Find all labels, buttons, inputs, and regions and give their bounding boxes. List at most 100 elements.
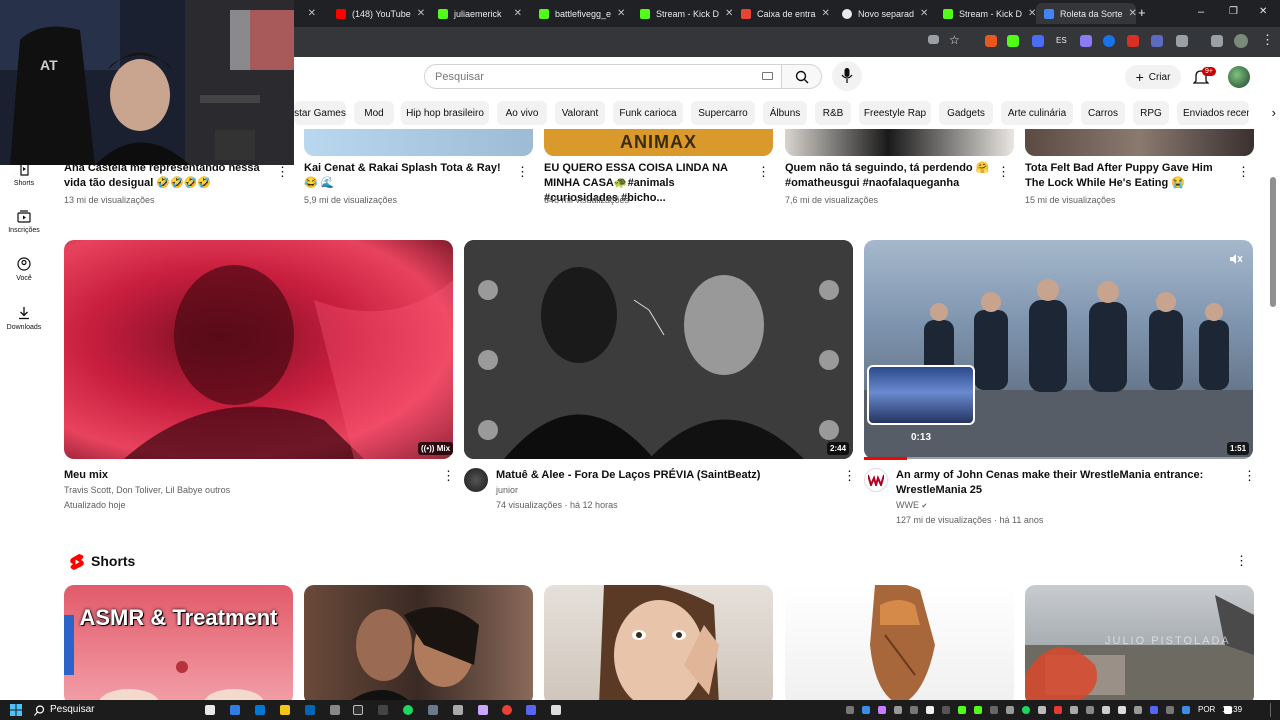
mute-icon[interactable]: [1229, 253, 1243, 265]
tray-icon[interactable]: [1102, 706, 1110, 714]
more-options-icon[interactable]: ⋮: [843, 469, 856, 485]
chips-next-chevron-icon[interactable]: ›: [1247, 101, 1280, 125]
extension-icon[interactable]: [1127, 35, 1139, 47]
taskbar-search-input[interactable]: Pesquisar: [50, 704, 94, 715]
cast-icon[interactable]: [928, 35, 939, 44]
tray-icon[interactable]: [990, 706, 998, 714]
chip[interactable]: Carros: [1081, 101, 1125, 125]
keyboard-language[interactable]: POR: [1198, 705, 1215, 714]
browser-tab[interactable]: Novo separad ✕: [834, 3, 934, 24]
more-options-icon[interactable]: ⋮: [1237, 165, 1250, 181]
chip[interactable]: Mod: [354, 101, 394, 125]
video-title[interactable]: An army of John Cenas make their Wrestle…: [896, 468, 1236, 498]
chip[interactable]: Arte culinária: [1001, 101, 1073, 125]
windows-start-icon[interactable]: [10, 704, 22, 716]
bookmark-star-icon[interactable]: ☆: [949, 33, 960, 47]
taskbar-app-icon[interactable]: [378, 705, 388, 715]
sidebar-item-shorts[interactable]: Shorts: [0, 162, 48, 187]
tray-icon[interactable]: [1134, 706, 1142, 714]
browser-tab[interactable]: Caixa de entra ✕: [733, 3, 833, 24]
tray-icon[interactable]: [1070, 706, 1078, 714]
tray-icon[interactable]: [1038, 706, 1046, 714]
browser-tab[interactable]: juliaemerick ✕: [430, 3, 530, 24]
close-tab-icon[interactable]: ✕: [822, 8, 830, 19]
search-input[interactable]: Pesquisar: [424, 64, 782, 89]
channel-name[interactable]: junior: [496, 483, 518, 498]
chip[interactable]: Gadgets: [939, 101, 993, 125]
more-options-icon[interactable]: ⋮: [1243, 469, 1256, 485]
sidebar-item-downloads[interactable]: Downloads: [0, 306, 48, 331]
browser-tab[interactable]: Stream - Kick D ✕: [935, 3, 1035, 24]
browser-tab[interactable]: battlefivegg_e ✕: [531, 3, 631, 24]
extension-icon[interactable]: [1080, 35, 1092, 47]
reading-list-icon[interactable]: [1211, 35, 1223, 47]
short-thumbnail[interactable]: ASMR & Treatment: [64, 585, 293, 700]
shorts-more-options-icon[interactable]: ⋮: [1235, 554, 1248, 570]
channel-name[interactable]: WWE ✔: [896, 498, 927, 514]
more-options-icon[interactable]: ⋮: [516, 165, 529, 181]
short-thumbnail[interactable]: [304, 585, 533, 700]
profile-avatar[interactable]: [1234, 34, 1248, 48]
browser-tab-youtube[interactable]: (148) YouTube ✕: [328, 3, 428, 24]
chip[interactable]: Ao vivo: [497, 101, 547, 125]
page-scrollbar-thumb[interactable]: [1270, 177, 1276, 307]
tray-icon[interactable]: [958, 706, 966, 714]
chip[interactable]: RPG: [1133, 101, 1169, 125]
browser-tab[interactable]: Stream - Kick D ✕: [632, 3, 732, 24]
voice-search-button[interactable]: [832, 61, 862, 91]
close-tab-icon[interactable]: ✕: [920, 8, 928, 19]
sidebar-item-you[interactable]: Você: [0, 257, 48, 282]
settings-icon[interactable]: [453, 705, 463, 715]
short-thumbnail[interactable]: JULIO PISTOLADA: [1025, 585, 1254, 700]
taskbar-app-icon[interactable]: [330, 705, 340, 715]
show-desktop-button[interactable]: [1270, 703, 1271, 717]
taskbar-app-icon[interactable]: [230, 705, 240, 715]
channel-avatar[interactable]: [464, 468, 488, 492]
browser-tab-active[interactable]: Roleta da Sorte ✕: [1036, 3, 1136, 24]
search-button[interactable]: [782, 64, 822, 89]
video-thumbnail[interactable]: [785, 129, 1014, 156]
tray-icon[interactable]: [974, 706, 982, 714]
video-title[interactable]: Kai Cenat & Rakai Splash Tota & Ray! 😂 🌊: [304, 161, 510, 191]
more-options-icon[interactable]: ⋮: [757, 165, 770, 181]
video-title[interactable]: Quem não tá seguindo, tá perdendo 🤗 #oma…: [785, 161, 991, 191]
close-tab-icon[interactable]: ✕: [1028, 8, 1035, 19]
video-title[interactable]: Meu mix: [64, 468, 434, 483]
tray-icon[interactable]: [926, 706, 934, 714]
video-thumbnail[interactable]: [464, 240, 853, 459]
tray-icon[interactable]: [1086, 706, 1094, 714]
spotify-icon[interactable]: [403, 705, 413, 715]
more-options-icon[interactable]: ⋮: [276, 165, 289, 181]
taskbar-app-icon[interactable]: [551, 705, 561, 715]
tray-icon[interactable]: [894, 706, 902, 714]
close-tab-icon[interactable]: ✕: [417, 8, 425, 19]
close-tab-icon[interactable]: ✕: [308, 8, 316, 19]
new-tab-button[interactable]: +: [1138, 5, 1146, 20]
chip[interactable]: Valorant: [555, 101, 605, 125]
tray-icon[interactable]: [942, 706, 950, 714]
video-thumbnail[interactable]: [1025, 129, 1254, 156]
sidebar-item-subscriptions[interactable]: Inscrições: [0, 209, 48, 234]
video-thumbnail[interactable]: [304, 129, 533, 156]
extension-icon[interactable]: [1007, 35, 1019, 47]
extension-icon[interactable]: [1032, 35, 1044, 47]
taskbar-app-icon[interactable]: [428, 705, 438, 715]
close-window-button[interactable]: ✕: [1259, 6, 1267, 17]
tray-icon[interactable]: [1022, 706, 1030, 714]
chip[interactable]: Freestyle Rap: [859, 101, 931, 125]
more-options-icon[interactable]: ⋮: [997, 165, 1010, 181]
preview-progress-track[interactable]: [864, 457, 1253, 460]
extension-icon[interactable]: [1151, 35, 1163, 47]
chip[interactable]: Enviados recen: [1177, 101, 1249, 125]
browser-tab[interactable]: ✕: [294, 3, 324, 24]
tray-icon[interactable]: [878, 706, 886, 714]
chip[interactable]: Supercarro: [691, 101, 755, 125]
tray-icon[interactable]: [1118, 706, 1126, 714]
taskbar-app-icon[interactable]: [478, 705, 488, 715]
keyboard-icon[interactable]: [762, 72, 773, 80]
chip[interactable]: Funk carioca: [613, 101, 683, 125]
close-tab-icon[interactable]: ✕: [514, 8, 522, 19]
taskbar-app-icon[interactable]: [305, 705, 315, 715]
close-tab-icon[interactable]: ✕: [617, 8, 625, 19]
video-title[interactable]: Tota Felt Bad After Puppy Gave Him The L…: [1025, 161, 1231, 191]
